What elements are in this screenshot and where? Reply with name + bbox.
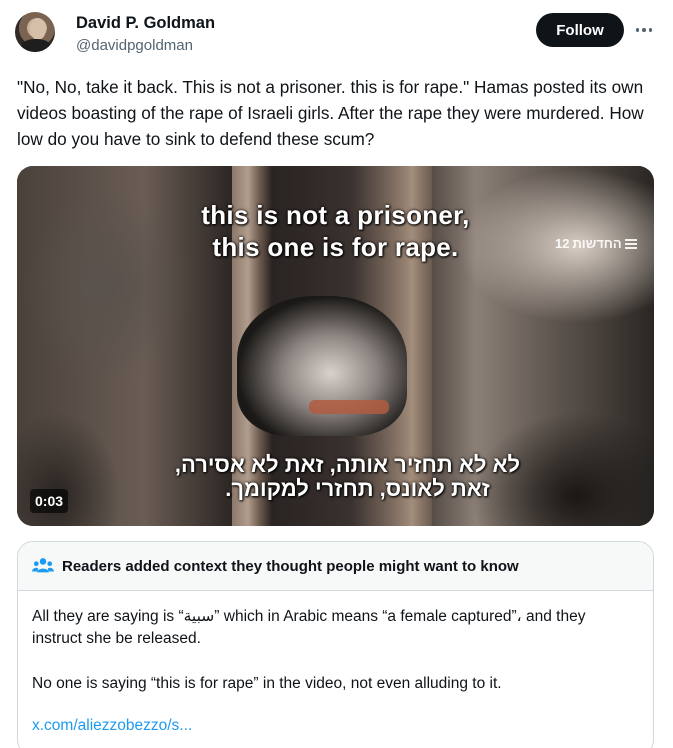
video-frame-figure [237, 296, 407, 436]
community-note-title: Readers added context they thought peopl… [62, 558, 519, 575]
video-duration-badge: 0:03 [30, 489, 69, 513]
follow-button[interactable]: Follow [536, 13, 624, 47]
community-note-paragraph: All they are saying is “سبية” which in A… [32, 608, 586, 647]
people-icon [32, 558, 54, 573]
video-subtitle-english-line1: this is not a prisoner, [201, 200, 470, 230]
more-dot [648, 28, 653, 32]
avatar-body [21, 39, 51, 52]
avatar-face [30, 18, 46, 40]
video-subtitle-hebrew-line2: זאת לאונס, תחזרי למקומך. [225, 476, 490, 501]
community-note-header[interactable]: Readers added context they thought peopl… [18, 542, 653, 591]
channel-logo-number: 12 [555, 236, 570, 251]
video-frame-detail [309, 400, 389, 414]
video-player[interactable]: this is not a prisoner, this one is for … [17, 166, 654, 526]
more-horizontal-icon[interactable] [630, 18, 658, 42]
more-dot [642, 28, 646, 32]
author-name[interactable]: David P. Goldman [76, 14, 215, 33]
community-note: Readers added context they thought peopl… [17, 541, 654, 748]
community-note-body: All they are saying is “سبية” which in A… [32, 606, 637, 718]
more-dot [635, 28, 640, 32]
channel-logo: החדשות 12 [555, 236, 637, 251]
community-note-source-link[interactable]: x.com/aliezzobezzo/s... [32, 717, 192, 735]
video-subtitle-hebrew-line1: לא לא תחזיר אותה, זאת לא אסירה, [174, 452, 521, 477]
author-handle[interactable]: @davidpgoldman [76, 37, 193, 54]
channel-logo-text: החדשות [572, 236, 622, 251]
avatar[interactable] [15, 12, 55, 52]
tweet-header: David P. Goldman @davidpgoldman Follow [0, 0, 673, 70]
community-note-paragraph: No one is saying “this is for rape” in t… [32, 675, 502, 692]
tweet-text: "No, No, take it back. This is not a pri… [17, 77, 644, 149]
channel-logo-icon [624, 238, 637, 249]
